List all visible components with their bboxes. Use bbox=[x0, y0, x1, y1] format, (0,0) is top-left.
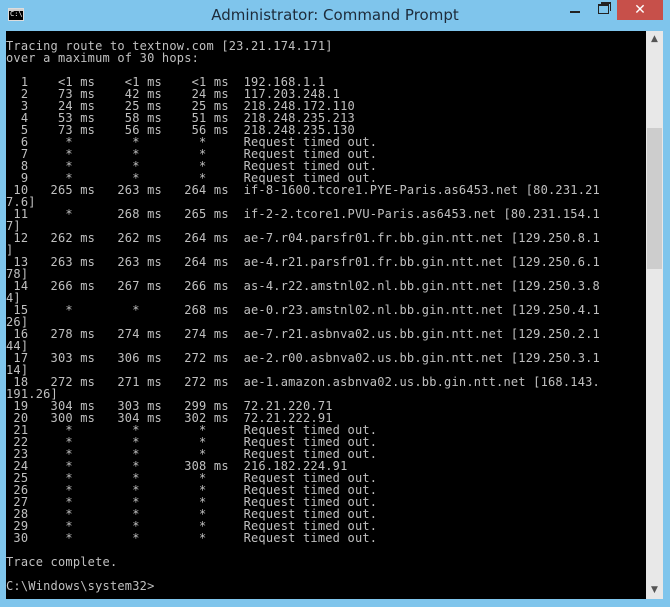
console-line: 10 265 ms 263 ms 264 ms if-8-1600.tcore1… bbox=[6, 183, 600, 197]
title-bar[interactable]: C:\ Administrator: Command Prompt ✕ bbox=[0, 0, 670, 31]
console-line: 11 * 268 ms 265 ms if-2-2.tcore1.PVU-Par… bbox=[6, 207, 600, 221]
maximize-button[interactable] bbox=[590, 0, 617, 20]
console-line: C:\Windows\system32> bbox=[6, 579, 155, 593]
console-output[interactable]: Tracing route to textnow.com [23.21.174.… bbox=[6, 31, 646, 599]
console-line: 15 * * 268 ms ae-0.r23.amstnl02.nl.bb.gi… bbox=[6, 303, 600, 317]
command-prompt-window: C:\ Administrator: Command Prompt ✕ Trac… bbox=[0, 0, 670, 607]
console-line: over a maximum of 30 hops: bbox=[6, 51, 200, 65]
console-line: 30 * * * Request timed out. bbox=[6, 531, 378, 545]
scroll-up-arrow-icon[interactable]: ▲ bbox=[646, 31, 663, 48]
console-line: 18 272 ms 271 ms 272 ms ae-1.amazon.asbn… bbox=[6, 375, 600, 389]
minimize-button[interactable] bbox=[560, 0, 590, 20]
console-line: 16 278 ms 274 ms 274 ms ae-7.r21.asbnva0… bbox=[6, 327, 600, 341]
window-border bbox=[0, 599, 670, 607]
console-text: Tracing route to textnow.com [23.21.174.… bbox=[6, 31, 646, 592]
console-line: Trace complete. bbox=[6, 555, 118, 569]
console-line: 12 262 ms 262 ms 264 ms ae-7.r04.parsfr0… bbox=[6, 231, 600, 245]
console-line: 14 266 ms 267 ms 266 ms as-4.r22.amstnl0… bbox=[6, 279, 600, 293]
close-button[interactable]: ✕ bbox=[617, 0, 663, 20]
vertical-scrollbar[interactable]: ▲ ▼ bbox=[646, 31, 663, 599]
scrollbar-thumb[interactable] bbox=[647, 128, 662, 269]
console-line: 13 263 ms 263 ms 264 ms ae-4.r21.parsfr0… bbox=[6, 255, 600, 269]
scroll-down-arrow-icon[interactable]: ▼ bbox=[646, 582, 663, 599]
console-line: 17 303 ms 306 ms 272 ms ae-2.r00.asbnva0… bbox=[6, 351, 600, 365]
